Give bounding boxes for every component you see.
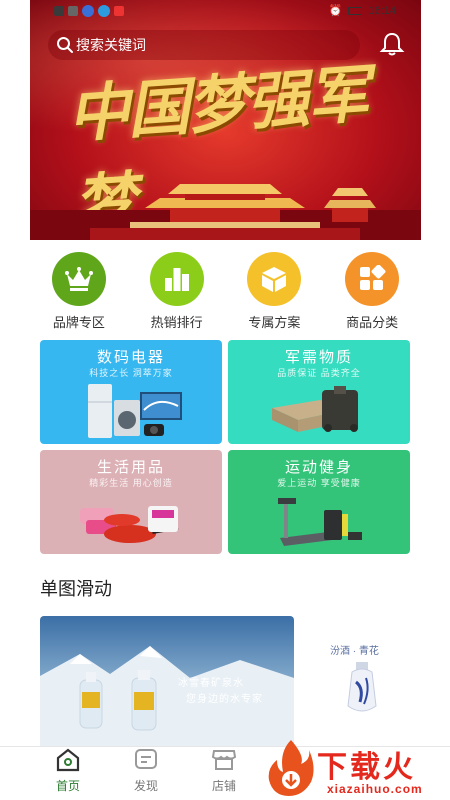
watermark-url: xiazaihuo.com [327,782,423,796]
crown-icon [51,252,106,306]
slide-caption: 冰雪春矿泉水 [178,678,244,689]
tile-digital-appliances[interactable]: 数码电器 科技之长 洞萃万家 [40,340,222,444]
category-tiles: 数码电器 科技之长 洞萃万家 军需物质 品质保证 品类齐全 生活用品 精彩生活 … [40,340,410,554]
battery-icon [348,6,363,15]
tile-title: 运动健身 [284,459,353,476]
category-label: 专属方案 [248,315,301,330]
category-exclusive-plan[interactable]: 专属方案 [234,252,314,331]
status-notifications [54,4,124,18]
category-product-classes[interactable]: 商品分类 [332,252,412,331]
status-time: 16:14 [368,4,396,17]
mountain-water-illustration [40,646,294,750]
notification-icon [114,6,124,16]
category-row: 品牌专区 热销排行 专属方案 商品分类 [30,252,421,331]
watermark-text: 下载火 [317,751,416,784]
notification-icon [68,6,78,16]
flame-logo-icon [268,740,314,796]
palace-illustration [30,184,421,240]
tile-title: 数码电器 [96,349,165,366]
search-input[interactable] [76,37,336,53]
notification-icon [54,6,64,16]
section-title: 单图滑动 [40,579,112,599]
app-notification-icon [82,5,94,17]
nav-home[interactable]: 首页 [38,747,98,800]
shop-icon [211,750,237,770]
watermark: 下载火 xiazaihuo.com [265,738,450,800]
nav-label: 发现 [133,779,158,793]
tile-title: 生活用品 [96,459,165,476]
bar-chart-icon [149,252,204,306]
nav-label: 店铺 [211,779,236,793]
tile-subtitle: 爱上运动 享受健康 [277,478,361,488]
category-hot-ranking[interactable]: 热销排行 [137,252,217,331]
category-label: 商品分类 [346,315,399,330]
slide-main-card[interactable]: 冰雪春矿泉水 您身边的水专家 [40,616,294,750]
slide-side-card[interactable]: 汾酒 · 青花 [316,616,406,750]
alarm-icon: ⏰ [328,5,343,17]
status-bar: ⏰ 16:14 [0,0,450,24]
nav-discover[interactable]: 发现 [116,747,176,800]
slide-caption: 您身边的水专家 [186,694,263,705]
nav-label: 首页 [55,779,80,793]
tile-daily-goods[interactable]: 生活用品 精彩生活 用心创造 [40,450,222,554]
search-bar[interactable] [48,30,360,60]
liquor-bottle-illustration [347,662,377,712]
category-brand-zone[interactable]: 品牌专区 [39,252,119,331]
status-indicators: ⏰ 16:14 [328,4,396,18]
tile-subtitle: 精彩生活 用心创造 [89,478,173,488]
category-label: 品牌专区 [52,315,105,330]
tile-subtitle: 品质保证 品类齐全 [277,368,361,378]
category-label: 热销排行 [150,315,203,330]
home-icon [56,748,80,772]
app-notification-icon [98,5,110,17]
box-icon [247,252,302,306]
tile-military-supplies[interactable]: 军需物质 品质保证 品类齐全 [228,340,410,444]
tile-title: 军需物质 [284,349,353,366]
tile-subtitle: 科技之长 洞萃万家 [89,368,173,378]
discover-icon [135,749,157,769]
grid-icon [345,252,400,306]
tile-sports-fitness[interactable]: 运动健身 爱上运动 享受健康 [228,450,410,554]
search-icon [57,37,73,53]
nav-shop[interactable]: 店铺 [194,747,254,800]
bell-icon[interactable] [378,30,406,58]
